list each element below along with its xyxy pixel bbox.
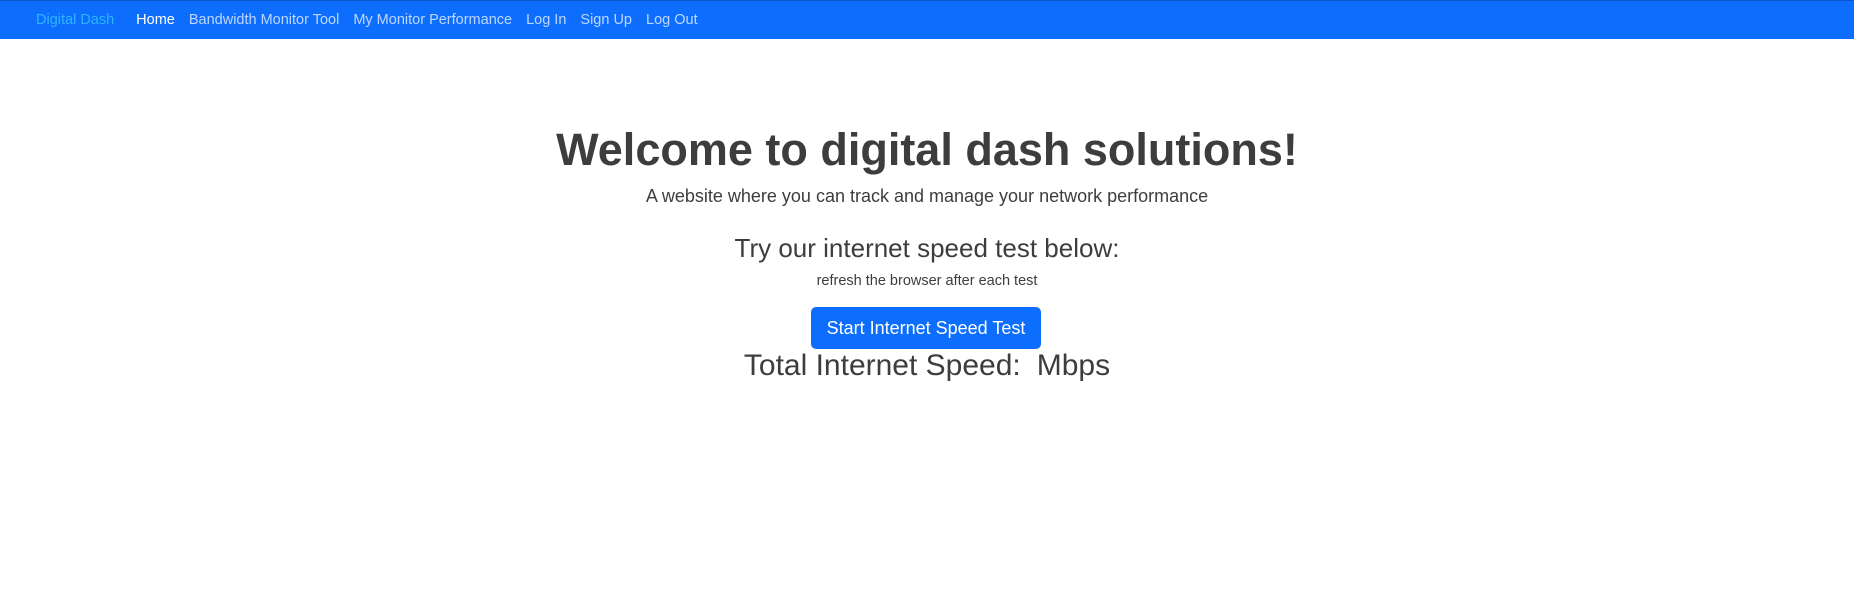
nav-link-home[interactable]: Home [136,12,175,28]
speed-test-heading: Try our internet speed test below: [734,233,1120,263]
speed-result-label: Total Internet Speed: [743,349,1021,382]
nav-link-my-monitor-performance[interactable]: My Monitor Performance [353,12,512,28]
nav-links: Home Bandwidth Monitor Tool My Monitor P… [136,11,711,29]
nav-link-sign-up[interactable]: Sign Up [580,12,632,28]
nav-link-bandwidth-monitor-tool[interactable]: Bandwidth Monitor Tool [189,12,339,28]
nav-link-log-out[interactable]: Log Out [646,12,698,28]
speed-result: Total Internet Speed: Mbps [0,348,1854,384]
page-subtitle: A website where you can track and manage… [645,186,1209,206]
top-navbar: Digital Dash Home Bandwidth Monitor Tool… [0,0,1854,39]
page-title: Welcome to digital dash solutions! [556,124,1298,175]
brand-link[interactable]: Digital Dash [36,12,114,28]
speed-test-note: refresh the browser after each test [816,273,1038,289]
speed-result-unit: Mbps [1036,349,1111,382]
nav-link-log-in[interactable]: Log In [526,12,566,28]
start-speed-test-button[interactable]: Start Internet Speed Test [811,307,1041,349]
page: Digital Dash Home Bandwidth Monitor Tool… [0,0,1854,600]
